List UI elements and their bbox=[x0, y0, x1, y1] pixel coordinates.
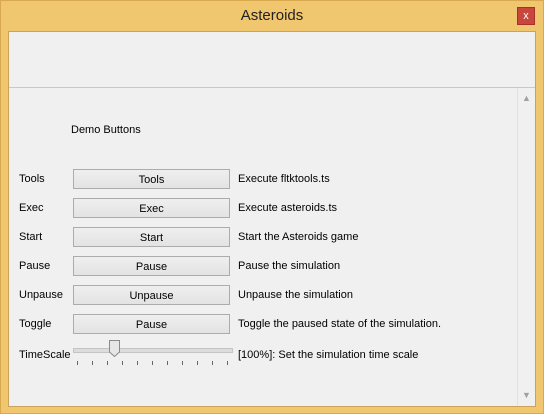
timescale-slider[interactable] bbox=[73, 338, 233, 365]
scroll-thumb[interactable] bbox=[522, 110, 530, 382]
slider-tick bbox=[152, 361, 153, 365]
app-window: Asteroids x ▲ ▼ Demo Buttons Tools Tools… bbox=[0, 0, 544, 414]
pause-button[interactable]: Pause bbox=[73, 256, 230, 276]
row-desc-tools: Execute fltktools.ts bbox=[238, 173, 330, 185]
slider-tick bbox=[77, 361, 78, 365]
row-label-pause: Pause bbox=[19, 260, 51, 272]
slider-tick bbox=[137, 361, 138, 365]
toggle-pause-button[interactable]: Pause bbox=[73, 314, 230, 334]
demo-buttons-heading: Demo Buttons bbox=[71, 124, 141, 136]
slider-tick bbox=[227, 361, 228, 365]
slider-tick bbox=[107, 361, 108, 365]
slider-tick bbox=[197, 361, 198, 365]
slider-tick bbox=[167, 361, 168, 365]
row-desc-toggle: Toggle the paused state of the simulatio… bbox=[238, 318, 442, 330]
vertical-scrollbar[interactable]: ▲ ▼ bbox=[517, 88, 535, 406]
timescale-description: [100%]: Set the simulation time scale bbox=[238, 349, 419, 361]
row-desc-start: Start the Asteroids game bbox=[238, 231, 359, 243]
scroll-up-icon[interactable]: ▲ bbox=[518, 90, 535, 107]
row-desc-exec: Execute asteroids.ts bbox=[238, 202, 338, 214]
exec-button[interactable]: Exec bbox=[73, 198, 230, 218]
row-label-toggle: Toggle bbox=[19, 318, 52, 330]
row-desc-unpause: Unpause the simulation bbox=[238, 289, 353, 301]
title-bar[interactable]: Asteroids x bbox=[1, 1, 543, 31]
top-blank-area bbox=[9, 32, 535, 88]
row-label-unpause: Unpause bbox=[19, 289, 64, 301]
slider-tick bbox=[92, 361, 93, 365]
client-area: ▲ ▼ Demo Buttons Tools Tools Execute flt… bbox=[8, 31, 536, 407]
timescale-label: TimeScale bbox=[19, 349, 71, 361]
slider-thumb[interactable] bbox=[109, 340, 121, 357]
row-label-tools: Tools bbox=[19, 173, 45, 185]
row-label-exec: Exec bbox=[19, 202, 44, 214]
tools-button[interactable]: Tools bbox=[73, 169, 230, 189]
slider-track[interactable] bbox=[73, 348, 233, 353]
unpause-button[interactable]: Unpause bbox=[73, 285, 230, 305]
slider-tick bbox=[182, 361, 183, 365]
slider-tick bbox=[122, 361, 123, 365]
row-desc-pause: Pause the simulation bbox=[238, 260, 341, 272]
start-button[interactable]: Start bbox=[73, 227, 230, 247]
slider-tick bbox=[212, 361, 213, 365]
close-button[interactable]: x bbox=[517, 7, 535, 25]
row-label-start: Start bbox=[19, 231, 43, 243]
scroll-down-icon[interactable]: ▼ bbox=[518, 387, 535, 404]
window-title: Asteroids bbox=[240, 7, 304, 24]
